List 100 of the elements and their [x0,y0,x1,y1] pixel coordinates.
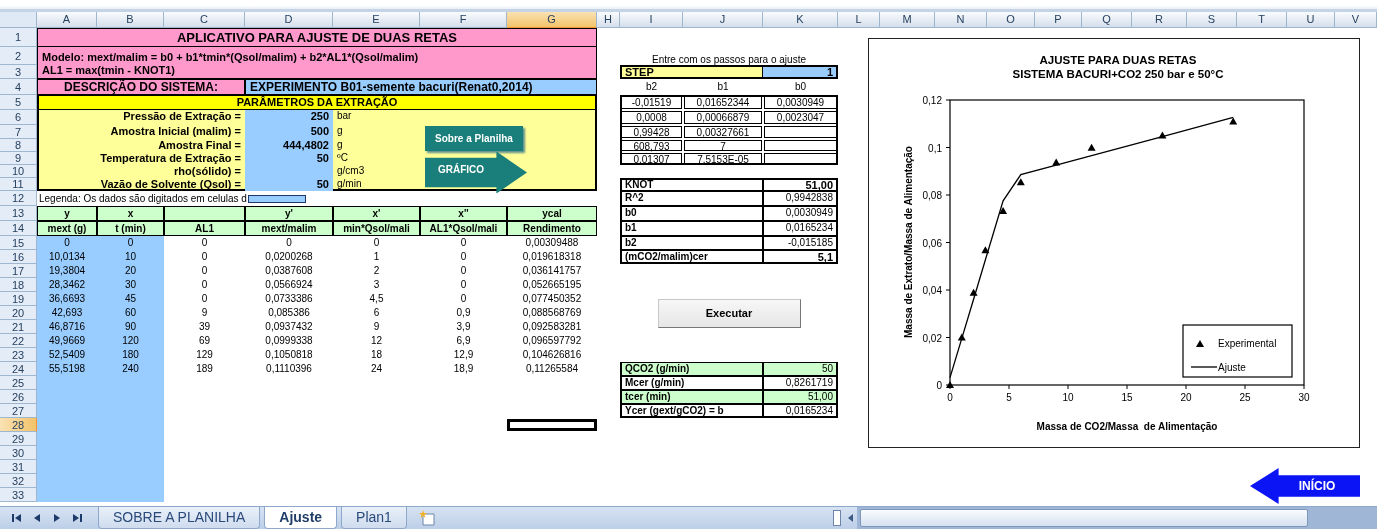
row-header[interactable]: 26 [0,390,37,404]
row-header[interactable]: 22 [0,334,37,348]
table-cell-text: 0,0200268 [264,250,314,264]
table-cell-text: 0,00309488 [524,236,580,250]
result-label: b0 [621,206,763,221]
column-header[interactable]: E [333,12,420,28]
column-header[interactable]: O [987,12,1035,28]
row-header[interactable]: 15 [0,236,37,250]
column-name: min*Qsol/mali [333,221,420,236]
parameter-unit: g [336,125,344,137]
row-header[interactable]: 10 [0,165,37,178]
column-header[interactable]: Q [1082,12,1132,28]
column-header[interactable]: U [1287,12,1335,28]
table-cell-text: 6,9 [455,334,472,348]
home-button[interactable]: INÍCIO [1250,468,1360,504]
row-header[interactable]: 13 [0,206,37,221]
column-header[interactable]: M [880,12,935,28]
column-header[interactable]: D [245,12,333,28]
scrollbar-thumb[interactable] [860,509,1308,527]
row-header[interactable]: 2 [0,47,37,65]
table-cell: 0,01652344 [684,96,762,109]
row-header[interactable]: 25 [0,376,37,390]
table-cell: 7,5153E-05 [684,153,762,164]
row-header[interactable]: 18 [0,278,37,292]
table-cell-text: 1 [372,250,381,264]
x-axis-label: Massa de CO2/Massa de Alimentação [1036,421,1218,432]
data-point [1158,131,1167,139]
description-label: DESCRIÇÃO DO SISTEMA: [37,79,245,95]
row-header[interactable]: 23 [0,348,37,362]
row-header[interactable]: 6 [0,110,37,125]
tick-label: 25 [1239,392,1251,403]
column-header[interactable]: J [683,12,763,28]
column-symbol: y [37,206,97,221]
column-header[interactable]: R [1132,12,1187,28]
row-header[interactable]: 31 [0,460,37,474]
row-header[interactable]: 11 [0,178,37,191]
first-sheet-icon[interactable] [10,512,24,524]
table-cell-text: 0 [459,236,468,250]
column-header[interactable]: G [507,12,597,28]
last-sheet-icon[interactable] [70,512,84,524]
column-header[interactable]: T [1237,12,1287,28]
row-header[interactable]: 16 [0,250,37,264]
column-header[interactable]: N [935,12,987,28]
parameter-unit: bar [336,110,353,122]
row-header[interactable]: 21 [0,320,37,334]
row-header[interactable]: 12 [0,191,37,206]
row-header[interactable]: 3 [0,65,37,79]
column-header[interactable]: S [1187,12,1237,28]
table-cell: 0,01307 [621,153,682,164]
column-header[interactable]: C [164,12,245,28]
column-name: Rendimento [507,221,597,236]
row-header[interactable]: 32 [0,474,37,488]
table-cell-text: 20 [123,264,138,278]
table-cell-text: 90 [123,320,138,334]
row-header[interactable]: 14 [0,221,37,236]
parameter-label: Amostra Final = [157,139,242,151]
sheet-tab[interactable]: Ajuste [264,507,338,529]
row-header[interactable]: 19 [0,292,37,306]
column-symbol: x' [333,206,420,221]
column-header[interactable]: F [420,12,507,28]
column-header[interactable]: K [763,12,838,28]
row-header[interactable]: 7 [0,125,37,139]
parameter-unit: g/min [336,178,363,190]
row-header[interactable]: 4 [0,79,37,95]
tick-label: 0,04 [922,285,942,296]
column-name: mext/malim [245,221,333,236]
sheet-tab[interactable]: SOBRE A PLANILHA [98,507,261,529]
row-header[interactable]: 29 [0,432,37,446]
row-header[interactable]: 24 [0,362,37,376]
table-cell-text: 0,11265584 [524,362,580,376]
table-cell-text: 0,104626816 [521,348,583,362]
table-cell-text: 189 [195,362,214,376]
table-cell-text: 28,3462 [47,278,87,292]
table-cell-text: 0,0999338 [264,334,314,348]
result-label: b2 [621,236,763,250]
row-header[interactable]: 8 [0,139,37,152]
column-header[interactable]: V [1335,12,1377,28]
row-header[interactable]: 9 [0,152,37,165]
about-button[interactable]: Sobre a Planilha [425,126,523,151]
column-header[interactable]: A [37,12,97,28]
column-header[interactable]: P [1035,12,1082,28]
result-value: -0,015185 [763,236,837,250]
row-header[interactable]: 1 [0,28,37,47]
row-header[interactable]: 28 [0,418,37,432]
row-header[interactable]: 30 [0,446,37,460]
execute-button[interactable]: Executar [657,298,801,328]
column-header[interactable]: L [838,12,880,28]
column-header[interactable]: H [597,12,620,28]
sheet-tab[interactable]: Plan1 [341,507,407,529]
legend-label: Ajuste [1218,362,1246,373]
row-header[interactable]: 27 [0,404,37,418]
column-header[interactable]: I [620,12,683,28]
table-cell-text: 45 [123,292,138,306]
row-header[interactable]: 5 [0,95,37,110]
split-handle[interactable] [833,510,841,526]
column-header[interactable]: B [97,12,164,28]
table-cell-text: 9 [372,320,381,334]
row-header[interactable]: 33 [0,488,37,502]
row-header[interactable]: 17 [0,264,37,278]
row-header[interactable]: 20 [0,306,37,320]
